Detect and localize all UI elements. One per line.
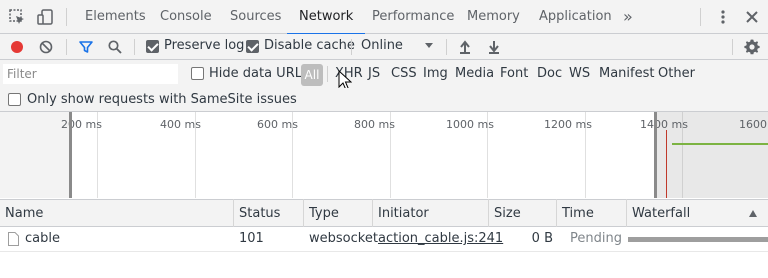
filter-type-font[interactable]: Font (500, 66, 528, 81)
table-row[interactable]: cable 101 websocket action_cable.js:241 … (0, 227, 768, 251)
preserve-log-label[interactable]: Preserve log (164, 38, 244, 53)
tab-sources[interactable]: Sources (230, 0, 281, 34)
filter-type-ws[interactable]: WS (569, 66, 590, 81)
overview-tick-label: 200 ms (61, 118, 102, 131)
devtools-tab-bar: Elements Console Sources Network Perform… (0, 0, 768, 35)
overview-tick-label: 1000 ms (446, 118, 494, 131)
overview-left-handle[interactable] (69, 112, 72, 198)
overview-tick-label: 1200 ms (544, 118, 592, 131)
samesite-filter-row: Only show requests with SameSite issues (0, 88, 768, 112)
request-status: 101 (239, 231, 264, 246)
kebab-menu-icon[interactable] (714, 8, 732, 26)
column-header-waterfall[interactable]: Waterfall (627, 200, 690, 227)
filter-type-all[interactable]: All (301, 64, 323, 86)
toolbar-divider (134, 39, 135, 55)
overview-tick-label: 600 ms (257, 118, 298, 131)
record-icon[interactable] (9, 39, 25, 55)
overview-tick-label: 400 ms (160, 118, 201, 131)
filter-type-js[interactable]: JS (368, 66, 380, 81)
request-size: 0 B (531, 231, 553, 246)
waterfall-bar (628, 237, 768, 242)
column-header-name[interactable]: Name (0, 200, 43, 227)
filter-divider (327, 66, 328, 82)
dropdown-arrow-icon[interactable] (424, 42, 434, 50)
sort-ascending-icon[interactable] (748, 209, 758, 218)
hide-data-urls-checkbox[interactable] (191, 67, 204, 80)
network-toolbar: Preserve log Disable cache Online (0, 34, 768, 60)
filter-type-media[interactable]: Media (455, 66, 494, 81)
network-overview[interactable]: 200 ms 400 ms 600 ms 800 ms 1000 ms 1200… (0, 112, 768, 198)
disable-cache-checkbox[interactable] (246, 40, 259, 53)
request-name[interactable]: cable (25, 227, 60, 251)
overview-selection-left (0, 112, 70, 198)
import-har-icon[interactable] (458, 39, 472, 55)
throttling-select[interactable]: Online (361, 38, 403, 53)
device-toolbar-icon[interactable] (36, 8, 54, 26)
overview-tick-label: 800 ms (354, 118, 395, 131)
column-header-time[interactable]: Time (557, 200, 594, 227)
filter-type-manifest[interactable]: Manifest (599, 66, 654, 81)
filter-type-img[interactable]: Img (423, 66, 448, 81)
filter-type-css[interactable]: CSS (391, 66, 417, 81)
row-divider (0, 251, 768, 252)
filter-funnel-icon[interactable] (78, 39, 94, 55)
more-tabs-chevron-icon[interactable]: » (623, 0, 633, 34)
overview-tick-label: 1600 ms (739, 118, 768, 131)
domcontentloaded-line (666, 130, 667, 198)
filter-type-doc[interactable]: Doc (537, 66, 562, 81)
toolbar-divider (700, 8, 701, 26)
tab-application[interactable]: Application (539, 0, 612, 34)
column-header-initiator[interactable]: Initiator (373, 200, 429, 227)
request-initiator-link[interactable]: action_cable.js:241 (378, 227, 503, 251)
tab-console[interactable]: Console (160, 0, 212, 34)
overview-tick-label: 1400 ms (640, 118, 688, 131)
column-header-status[interactable]: Status (234, 200, 280, 227)
hide-data-urls-label[interactable]: Hide data URLs (209, 66, 309, 81)
filter-type-other[interactable]: Other (658, 66, 695, 81)
tab-network[interactable]: Network (286, 0, 366, 35)
disable-cache-label[interactable]: Disable cache (264, 38, 355, 53)
tab-performance[interactable]: Performance (372, 0, 454, 34)
preserve-log-checkbox[interactable] (146, 40, 159, 53)
toolbar-divider (66, 8, 67, 26)
samesite-label[interactable]: Only show requests with SameSite issues (27, 92, 297, 107)
request-type: websocket (309, 231, 378, 246)
search-icon[interactable] (107, 39, 123, 55)
load-event-line (672, 143, 768, 145)
tab-memory[interactable]: Memory (467, 0, 520, 34)
empty-table-area (0, 251, 768, 278)
toolbar-divider (446, 39, 447, 55)
toolbar-divider (66, 39, 67, 55)
tab-elements[interactable]: Elements (85, 0, 146, 34)
request-time: Pending (570, 231, 622, 246)
export-har-icon[interactable] (487, 39, 501, 55)
close-icon[interactable] (743, 8, 761, 26)
document-file-icon (8, 232, 19, 246)
request-table-header: Name Status Type Initiator Size Time Wat… (0, 199, 768, 227)
toolbar-divider (351, 39, 352, 55)
overview-right-handle[interactable] (654, 112, 657, 198)
settings-gear-icon[interactable] (743, 38, 761, 56)
toolbar-divider (732, 39, 733, 55)
samesite-checkbox[interactable] (8, 93, 21, 106)
inspect-element-icon[interactable] (8, 8, 26, 26)
column-header-type[interactable]: Type (304, 200, 339, 227)
column-header-size[interactable]: Size (489, 200, 521, 227)
filter-input[interactable] (3, 64, 178, 84)
clear-icon[interactable] (38, 39, 54, 55)
